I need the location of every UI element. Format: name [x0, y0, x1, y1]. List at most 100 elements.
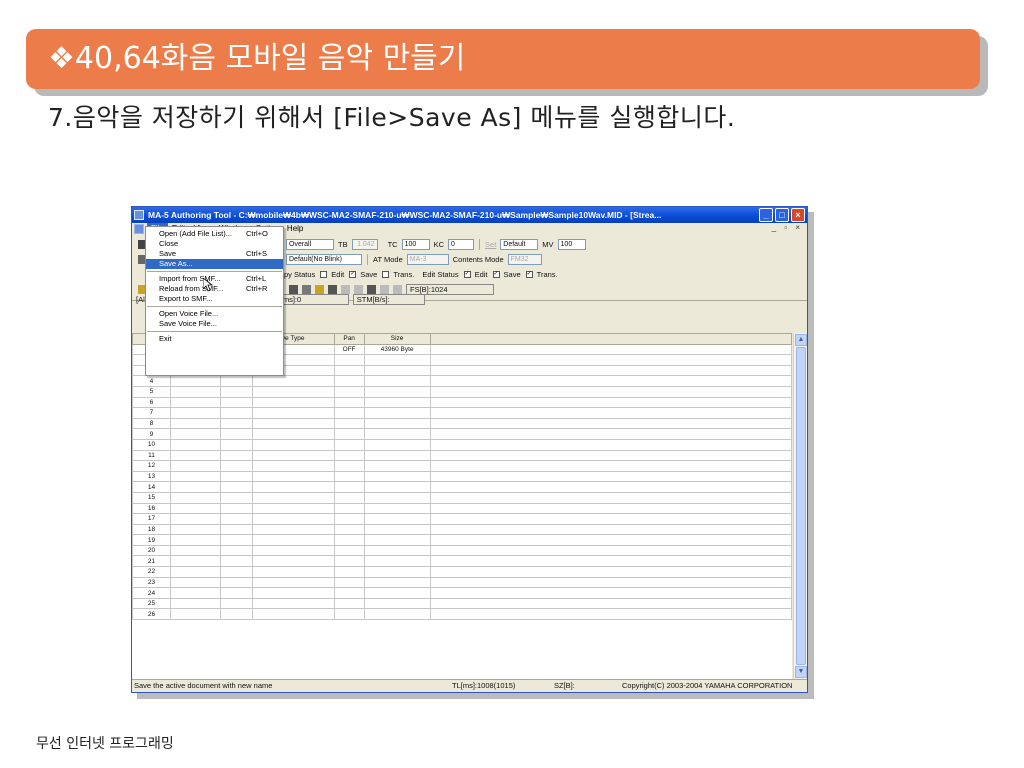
table-row[interactable]: 24: [132, 587, 792, 599]
edit-label: Edit: [331, 269, 345, 279]
column-header[interactable]: Pan: [333, 333, 365, 345]
trans-checkbox[interactable]: [382, 270, 390, 278]
shortcut-label: Ctrl+O: [246, 229, 268, 238]
table-row[interactable]: 19: [132, 534, 792, 546]
tool-icon-6[interactable]: [367, 284, 376, 294]
blink-select[interactable]: Default(No Blink): [286, 253, 362, 265]
row-number: 18: [132, 523, 171, 536]
table-row[interactable]: 8: [132, 417, 792, 430]
document-icon[interactable]: [134, 224, 144, 234]
menu-item-open-voice[interactable]: Open Voice File...: [146, 309, 283, 319]
window-titlebar[interactable]: MA-5 Authoring Tool - C:₩mobile₩4b₩WSC-M…: [132, 207, 807, 223]
scroll-thumb[interactable]: [796, 347, 806, 665]
edit-status-trans-checkbox[interactable]: ✓: [525, 270, 533, 278]
scroll-down-arrow-icon[interactable]: ▼: [795, 666, 807, 678]
save-label: Save: [360, 269, 378, 279]
row-number: 8: [132, 417, 171, 430]
row-number: 10: [132, 438, 171, 451]
table-row[interactable]: 5: [132, 385, 792, 398]
table-row[interactable]: 20: [132, 544, 792, 557]
close-button[interactable]: ×: [791, 208, 805, 222]
save-checkbox[interactable]: ✓: [349, 270, 357, 278]
table-row[interactable]: 4: [132, 375, 792, 387]
status-bar: Save the active document with new name T…: [132, 679, 807, 692]
menu-item-import[interactable]: Import from SMF... Ctrl+L: [146, 274, 283, 284]
row-number: 23: [132, 576, 171, 589]
tool-icon-5[interactable]: [354, 284, 363, 294]
row-number: 19: [132, 534, 171, 546]
menu-item-open[interactable]: Open (Add File List)... Ctrl+O: [146, 229, 283, 239]
table-row[interactable]: 10: [132, 438, 792, 451]
table-row[interactable]: 6: [132, 396, 792, 409]
tool-icon-1[interactable]: [289, 284, 298, 294]
table-row[interactable]: 16: [132, 502, 792, 515]
table-row[interactable]: 25: [132, 597, 792, 610]
status-tl: TL[ms]:1008(1015): [452, 681, 516, 690]
menu-item-label: Exit: [159, 334, 172, 343]
menu-item-save[interactable]: Save Ctrl+S: [146, 249, 283, 259]
edit-status-edit-checkbox[interactable]: ✓: [463, 270, 471, 278]
pan-cell: OFF: [333, 343, 365, 356]
row-number: 11: [132, 449, 171, 462]
contents-mode-select[interactable]: FM32: [507, 253, 542, 265]
edit-checkbox[interactable]: [320, 270, 328, 278]
table-row[interactable]: 14: [132, 481, 792, 493]
table-row[interactable]: 18: [132, 523, 792, 536]
menu-item-export[interactable]: Export to SMF...: [146, 294, 283, 304]
scroll-up-arrow-icon[interactable]: ▲: [795, 334, 807, 346]
edit-status-label: Edit Status: [422, 269, 459, 279]
left-label: [Al: [136, 294, 145, 304]
table-row[interactable]: 15: [132, 491, 792, 504]
table-row[interactable]: 23: [132, 576, 792, 589]
menu-item-close[interactable]: Close: [146, 239, 283, 249]
row-number: 20: [132, 544, 171, 557]
tc-select[interactable]: 100: [401, 238, 430, 250]
mdi-controls[interactable]: _ ▫ ×: [772, 223, 803, 232]
row-number: 22: [132, 566, 171, 578]
table-row[interactable]: 17: [132, 513, 792, 525]
tb-field[interactable]: 1.042: [351, 238, 378, 250]
tool-icon-3[interactable]: [328, 284, 337, 294]
at-mode-label: AT Mode: [373, 254, 403, 264]
at-mode-select[interactable]: MA-3: [406, 253, 449, 265]
default-select[interactable]: Default: [500, 238, 539, 250]
menu-item-label: Open (Add File List)...: [159, 229, 232, 238]
copy-status-label: py Status: [284, 269, 316, 279]
edit-status-save-checkbox[interactable]: ✓: [492, 270, 500, 278]
table-row[interactable]: 26: [132, 608, 792, 621]
maximize-button[interactable]: □: [775, 208, 789, 222]
edit-status-save-label: Save: [503, 269, 521, 279]
ms-info-box: [ms]:0: [276, 293, 349, 305]
menu-item-reload[interactable]: Reload from SMF... Ctrl+R: [146, 284, 283, 294]
table-row[interactable]: 12: [132, 460, 792, 472]
menu-item-label: Open Voice File...: [159, 309, 219, 318]
vertical-scrollbar[interactable]: ▲ ▼: [793, 333, 807, 679]
help-icon[interactable]: [315, 284, 324, 294]
tool-icon-4[interactable]: [341, 284, 350, 294]
set-button[interactable]: Set: [485, 240, 496, 249]
table-row[interactable]: 21: [132, 555, 792, 568]
table-row[interactable]: 13: [132, 470, 792, 483]
row-number: 25: [132, 597, 171, 610]
row-number: 7: [132, 407, 171, 419]
table-row[interactable]: 11: [132, 449, 792, 462]
menu-separator: [147, 271, 282, 272]
shortcut-label: Ctrl+L: [246, 274, 267, 283]
menu-separator: [147, 331, 282, 332]
menu-item-save-voice[interactable]: Save Voice File...: [146, 319, 283, 329]
table-row[interactable]: 9: [132, 428, 792, 440]
overall-select[interactable]: Overall: [286, 238, 334, 250]
column-header[interactable]: Size: [363, 333, 431, 345]
kc-select[interactable]: 0: [448, 238, 475, 250]
size-cell: 43960 Byte: [363, 343, 431, 356]
menu-help[interactable]: Help: [283, 223, 307, 235]
tool-icon-2[interactable]: [302, 284, 311, 294]
menu-item-exit[interactable]: Exit: [146, 334, 283, 344]
table-row[interactable]: 7: [132, 407, 792, 419]
mv-stepper[interactable]: 100: [557, 238, 586, 250]
table-row[interactable]: 22: [132, 566, 792, 578]
tool-icon-8[interactable]: [393, 284, 402, 294]
menu-item-save-as[interactable]: Save As...: [146, 259, 283, 269]
tool-icon-7[interactable]: [380, 284, 389, 294]
minimize-button[interactable]: _: [759, 208, 773, 222]
